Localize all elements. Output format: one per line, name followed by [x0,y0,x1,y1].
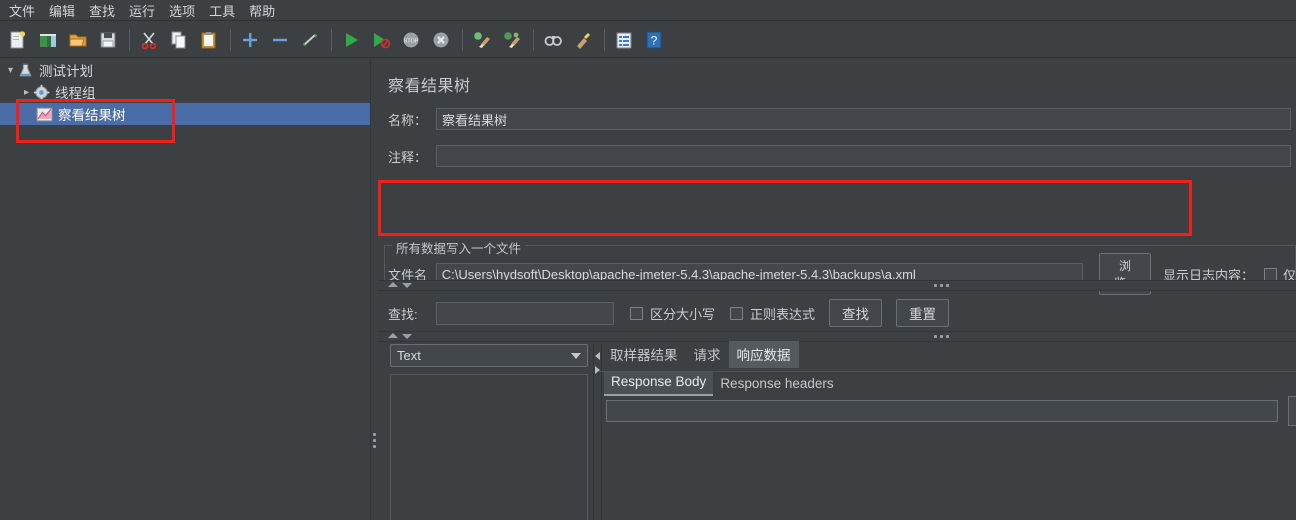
search-input[interactable] [436,301,614,325]
menu-item-help[interactable]: 帮助 [242,0,282,22]
results-section-splitter[interactable] [378,331,1296,342]
main-tab-row: 取样器结果 请求 响应数据 [600,341,1296,368]
regex-label: 正则表达式 [750,306,816,322]
tree-node-label: 线程组 [55,86,96,101]
menu-item-file[interactable]: 文件 [2,0,42,22]
file-section-splitter[interactable] [378,280,1296,291]
menu-item-search[interactable]: 查找 [82,0,122,22]
renderer-dropdown[interactable]: Text [390,344,588,367]
splitter-drag-handle[interactable] [934,284,952,287]
shutdown-icon[interactable] [427,26,455,54]
errors-only-checkbox[interactable] [1263,267,1277,281]
toolbar-separator [604,28,605,51]
toolbar-separator [129,28,130,51]
subtab-response-body[interactable]: Response Body [604,371,714,396]
collapse-down-icon[interactable] [402,283,412,288]
chevron-down-icon[interactable] [571,352,581,359]
search-reset-icon[interactable] [569,26,597,54]
name-label: 名称： [388,112,428,128]
reset-button[interactable]: 重置 [896,299,950,327]
jmeter-window: 文件 编辑 查找 运行 选项 工具 帮助 STOP ? ▾ 测试计划 ▸ 线程组… [0,0,1296,520]
name-row: 名称： [388,108,1296,130]
tree-node-view-results-tree[interactable]: 察看结果树 [0,103,370,125]
tab-sampler-result[interactable]: 取样器结果 [602,341,686,368]
tree-node-label: 测试计划 [39,64,93,79]
svg-text:?: ? [651,33,658,47]
comment-input[interactable] [436,145,1291,167]
find-button[interactable]: 查找 [829,299,883,327]
renderer-value: Text [397,348,421,363]
search-icon[interactable] [539,26,567,54]
tab-request[interactable]: 请求 [686,341,729,368]
function-helper-icon[interactable] [610,26,638,54]
chevron-right-icon[interactable]: ▸ [20,86,33,99]
toolbar: STOP ? [0,22,1296,58]
open-folder-icon[interactable] [64,26,92,54]
view-results-tree-panel: 察看结果树 名称： 注释： 所有数据写入一个文件 文件名 浏览... 显示日志内… [378,59,1296,520]
tab-divider [600,371,1296,372]
test-plan-tree[interactable]: ▾ 测试计划 ▸ 线程组 察看结果树 [0,59,370,520]
toolbar-separator [331,28,332,51]
tab-response-data[interactable]: 响应数据 [728,341,799,368]
result-detail-tabs: 取样器结果 请求 响应数据 Response Body Response hea… [600,341,1296,520]
comment-row: 注释： [388,145,1296,167]
results-area: Text 取样器结果 请求 响应数据 Response Body Respons… [378,341,1296,520]
clear-icon[interactable] [468,26,496,54]
collapse-up-icon[interactable] [388,333,398,338]
regex-checkbox[interactable] [730,306,744,320]
case-sensitive-checkbox[interactable] [630,306,643,320]
menu-item-tools[interactable]: 工具 [202,0,242,22]
start-no-pauses-icon[interactable] [367,26,395,54]
sub-tab-row: Response Body Response headers [600,371,1296,396]
tree-node-thread-group[interactable]: ▸ 线程组 [0,81,370,103]
expand-all-icon[interactable] [236,26,264,54]
templates-icon[interactable] [34,26,62,54]
response-body-input[interactable] [606,400,1278,422]
menu-item-edit[interactable]: 编辑 [42,0,82,22]
cut-icon[interactable] [135,26,163,54]
tree-node-label: 察看结果树 [58,108,126,123]
stop-icon[interactable]: STOP [397,26,425,54]
collapse-all-icon[interactable] [266,26,294,54]
svg-text:STOP: STOP [404,38,419,44]
tree-node-test-plan[interactable]: ▾ 测试计划 [0,59,370,81]
toolbar-separator [462,28,463,51]
view-results-tree-icon [36,107,53,121]
name-input[interactable] [436,108,1291,130]
splitter-drag-handle[interactable] [934,335,952,338]
comment-label: 注释： [388,149,428,165]
new-file-icon[interactable] [4,26,32,54]
search-label: 查找: [388,306,418,322]
subtab-response-headers[interactable]: Response headers [713,373,840,396]
save-icon[interactable] [94,26,122,54]
help-icon[interactable]: ? [640,26,668,54]
menu-bar: 文件 编辑 查找 运行 选项 工具 帮助 [0,0,1296,21]
toggle-icon[interactable] [296,26,324,54]
splitter-drag-handle[interactable] [373,433,376,451]
sampler-result-list[interactable] [390,374,588,520]
copy-icon[interactable] [165,26,193,54]
start-icon[interactable] [337,26,365,54]
thread-group-icon [33,84,50,100]
menu-item-options[interactable]: 选项 [162,0,202,22]
response-side-field[interactable] [1288,396,1296,426]
menu-item-run[interactable]: 运行 [122,0,162,22]
test-plan-icon [19,62,32,76]
collapse-down-icon[interactable] [402,334,412,339]
search-row: 查找: 区分大小写 正则表达式 查找 重置 [388,299,950,327]
page-title: 察看结果树 [388,78,471,95]
toolbar-separator [533,28,534,51]
toolbar-separator [230,28,231,51]
case-sensitive-label: 区分大小写 [650,306,716,322]
clear-all-icon[interactable] [498,26,526,54]
chevron-down-icon[interactable]: ▾ [4,64,17,77]
paste-icon[interactable] [195,26,223,54]
collapse-up-icon[interactable] [388,282,398,287]
